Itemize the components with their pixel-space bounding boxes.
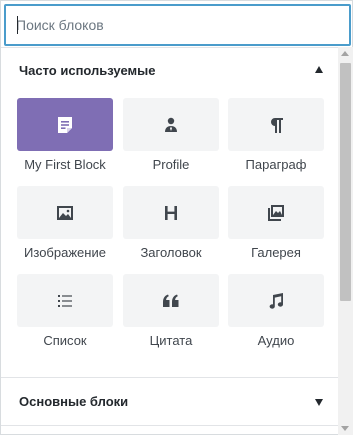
section-title: Часто используемые: [19, 63, 156, 78]
divider: [1, 377, 338, 378]
heading-icon: [165, 205, 177, 220]
scrollbar-thumb[interactable]: [340, 63, 351, 301]
block-inserter-panel: Часто используемые My First Block: [0, 0, 353, 435]
block-item-image[interactable]: Изображение: [17, 186, 113, 266]
section-title: Основные блоки: [19, 394, 129, 409]
block-label: Параграф: [245, 157, 307, 172]
block-item-quote[interactable]: Цитата: [123, 274, 219, 354]
block-item-heading[interactable]: Заголовок: [123, 186, 219, 266]
audio-icon: [269, 292, 283, 309]
divider: [1, 425, 338, 426]
paragraph-icon: [271, 117, 283, 133]
section-header-common-blocks[interactable]: Основные блоки: [1, 379, 337, 425]
block-label: My First Block: [24, 157, 106, 172]
block-tile: [123, 98, 219, 151]
block-tile: [123, 186, 219, 239]
block-item-paragraph[interactable]: Параграф: [228, 98, 324, 178]
scrollbar[interactable]: [338, 47, 353, 435]
block-item-profile[interactable]: Profile: [123, 98, 219, 178]
block-item-gallery[interactable]: Галерея: [228, 186, 324, 266]
quote-icon: [163, 294, 179, 307]
block-list: My First Block Profile Параграф Изображе…: [17, 98, 325, 358]
chevron-down-icon: [315, 399, 323, 406]
block-tile: [228, 274, 324, 327]
section-header-common[interactable]: Часто используемые: [1, 48, 337, 94]
block-tile: [17, 186, 113, 239]
block-label: Галерея: [251, 245, 301, 260]
text-cursor: [17, 16, 18, 34]
block-label: Profile: [152, 157, 190, 172]
block-label: Аудио: [257, 333, 295, 348]
block-item-list[interactable]: Список: [17, 274, 113, 354]
block-tile: [228, 186, 324, 239]
block-tile: [123, 274, 219, 327]
search-input[interactable]: [6, 6, 349, 44]
person-icon: [165, 117, 177, 132]
chevron-up-icon: [315, 66, 323, 73]
image-icon: [57, 205, 73, 220]
scroll-up-arrow-icon[interactable]: [341, 51, 349, 56]
block-label: Цитата: [149, 333, 193, 348]
search-box[interactable]: [4, 4, 351, 46]
block-item-audio[interactable]: Аудио: [228, 274, 324, 354]
block-tile: [228, 98, 324, 151]
document-icon: [58, 116, 72, 133]
block-tile: [17, 274, 113, 327]
list-icon: [58, 294, 72, 307]
block-item-my-first-block[interactable]: My First Block: [17, 98, 113, 178]
gallery-icon: [268, 204, 284, 221]
block-label: Изображение: [24, 245, 106, 260]
scroll-down-arrow-icon[interactable]: [341, 426, 349, 431]
block-label: Заголовок: [140, 245, 202, 260]
block-tile: [17, 98, 113, 151]
block-label: Список: [43, 333, 87, 348]
